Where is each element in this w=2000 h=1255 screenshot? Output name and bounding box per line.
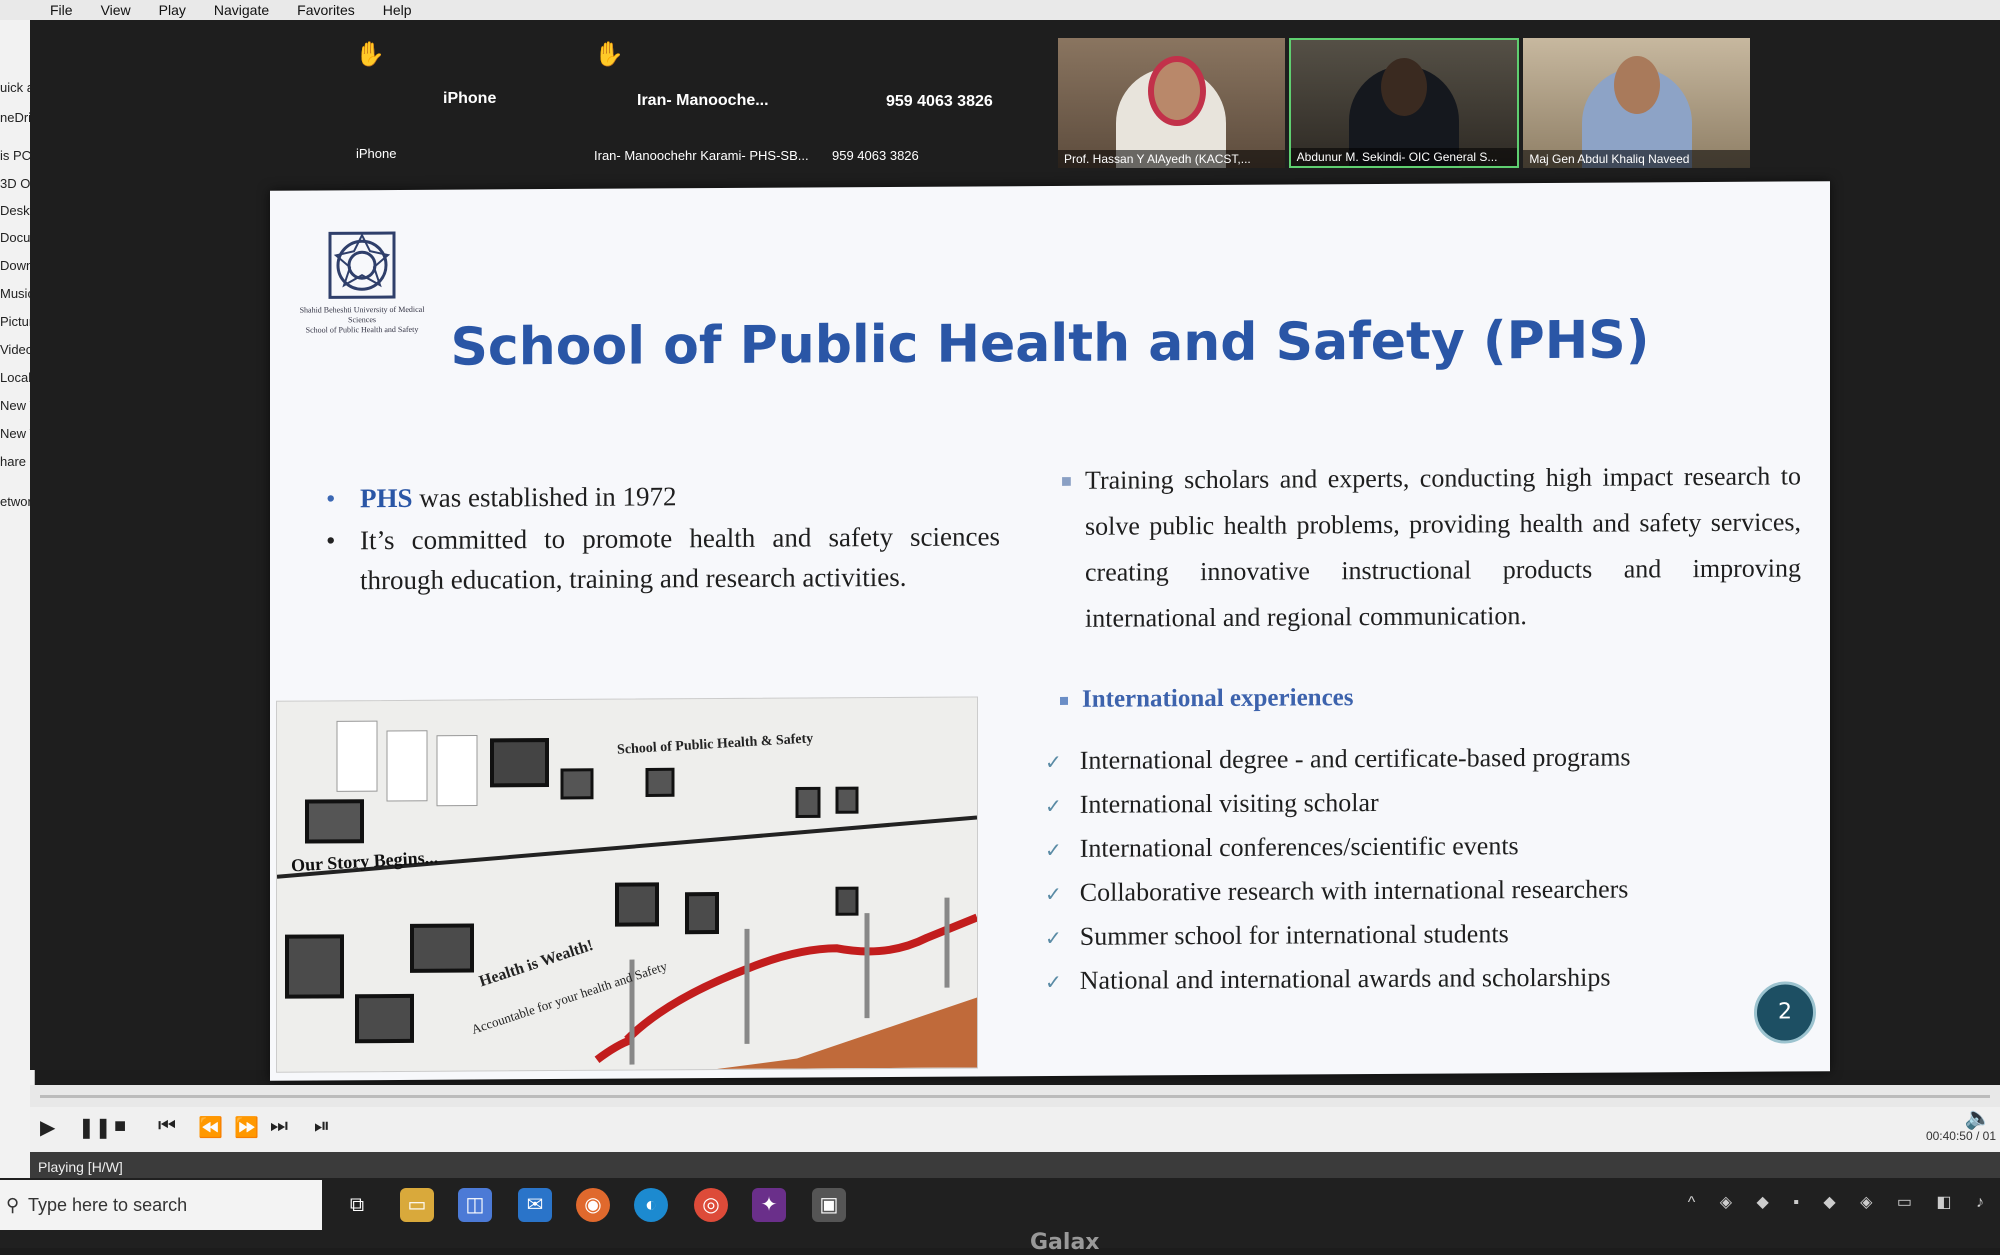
- raised-hand-icon: ✋: [355, 41, 385, 68]
- explorer-item-music[interactable]: Music: [0, 286, 34, 301]
- participant-tile-name: 959 4063 3826: [886, 93, 993, 110]
- frame-step-icon[interactable]: ⏯: [314, 1115, 330, 1138]
- right-paragraph-text: Training scholars and experts, conductin…: [1085, 461, 1801, 633]
- checklist-text: Summer school for international students: [1079, 919, 1509, 951]
- history-wall-photo: School of Public Health & Safety Our Sto…: [276, 696, 978, 1073]
- stop-icon[interactable]: ■: [114, 1115, 126, 1138]
- participant-name: Prof. Hassan Y AlAyedh (KACST,...: [1058, 150, 1285, 168]
- checklist-item: ✓ National and international awards and s…: [1045, 963, 1610, 996]
- participant-tile-name: iPhone: [443, 90, 497, 107]
- checkmark-icon: ✓: [1045, 795, 1062, 819]
- bullet-text: It’s committed to promote health and saf…: [360, 521, 1000, 596]
- monitor-brand-logo: Galax: [1030, 1230, 1100, 1255]
- seek-bar[interactable]: [30, 1085, 2000, 1107]
- pause-icon[interactable]: ❚❚: [78, 1115, 112, 1140]
- person-head: [1613, 56, 1660, 114]
- edge-icon[interactable]: ◐: [634, 1188, 668, 1222]
- file-explorer-icon[interactable]: ▭: [400, 1188, 434, 1222]
- player-controls: ▶ ❚❚ ■ ⏮ ⏪ ⏩ ⏭ ⏯ 🔈 00:40:50 / 01: [30, 1105, 2000, 1152]
- bullet-text: was established in 1972: [412, 481, 677, 513]
- search-icon: ⚲: [6, 1195, 20, 1215]
- menu-help[interactable]: Help: [369, 2, 426, 18]
- explorer-item-quick-access[interactable]: uick a: [0, 80, 34, 95]
- checklist-item: ✓ International degree - and certificate-…: [1045, 742, 1631, 776]
- checklist-item: ✓ Summer school for international student…: [1045, 919, 1509, 952]
- explorer-item-this-pc[interactable]: is PC: [0, 148, 31, 163]
- volume-icon[interactable]: 🔈: [1965, 1105, 1992, 1131]
- right-paragraph: ■ Training scholars and experts, conduct…: [1061, 453, 1801, 641]
- person-head: [1381, 58, 1427, 116]
- media-player-icon[interactable]: ▣: [812, 1188, 846, 1222]
- presentation-slide: Shahid Beheshti University of Medical Sc…: [270, 181, 1830, 1081]
- playback-time: 00:40:50 / 01: [1925, 1129, 1996, 1143]
- left-bullet: • PHS was established in 1972: [326, 474, 1000, 518]
- checklist-text: National and international awards and sc…: [1079, 962, 1611, 995]
- rewind-icon[interactable]: ⏪: [198, 1115, 223, 1140]
- checklist-item: ✓ International conferences/scientific ev…: [1045, 831, 1519, 864]
- raised-hand-icon: ✋: [594, 41, 624, 68]
- participant-video-active[interactable]: Abdunur M. Sekindi- OIC General S...: [1288, 38, 1520, 168]
- participant-name: Abdunur M. Sekindi- OIC General S...: [1290, 148, 1518, 166]
- bullet-dot: •: [326, 483, 336, 514]
- slide-title: School of Public Health and Safety (PHS): [450, 310, 1650, 378]
- menu-file[interactable]: File: [36, 2, 87, 18]
- fast-forward-icon[interactable]: ⏩: [234, 1115, 259, 1140]
- person-head: [1148, 56, 1207, 126]
- checkmark-icon: ✓: [1045, 927, 1062, 951]
- firefox-icon[interactable]: ◉: [576, 1188, 610, 1222]
- explorer-item-pictures[interactable]: Pictur: [0, 314, 33, 329]
- checkmark-icon: ✓: [1045, 751, 1062, 775]
- playback-status: Playing [H/W]: [38, 1159, 123, 1175]
- participant-tile-label: 959 4063 3826: [832, 148, 919, 163]
- checkmark-icon: ✓: [1045, 883, 1062, 907]
- checklist-text: International degree - and certificate-b…: [1079, 742, 1631, 775]
- participant-name: Maj Gen Abdul Khaliq Naveed: [1523, 150, 1751, 168]
- bullet-strong: PHS: [360, 482, 413, 514]
- video-thumbnails: Prof. Hassan Y AlAyedh (KACST,... Abdunu…: [1058, 38, 1751, 168]
- next-icon[interactable]: ⏭: [270, 1115, 288, 1138]
- international-experiences-heading: International experiences: [1060, 684, 1353, 714]
- previous-icon[interactable]: ⏮: [158, 1115, 176, 1138]
- menu-bar: File View Play Navigate Favorites Help: [0, 0, 2000, 21]
- heading-text: International experiences: [1082, 684, 1354, 713]
- logo-emblem-icon: [328, 231, 396, 299]
- menu-play[interactable]: Play: [145, 2, 200, 18]
- bullet-square: ■: [1061, 470, 1072, 491]
- slide-page-number: 2: [1754, 981, 1816, 1044]
- participant-tile-label: iPhone: [356, 146, 397, 161]
- checklist-text: Collaborative research with internationa…: [1079, 874, 1629, 907]
- taskbar-search[interactable]: ⚲ Type here to search: [0, 1180, 322, 1230]
- checklist-item: ✓ Collaborative research with internation…: [1045, 874, 1628, 908]
- participant-tile-name: Iran- Manooche...: [637, 92, 769, 109]
- store-icon[interactable]: ◫: [458, 1188, 492, 1222]
- checklist-text: International visiting scholar: [1079, 787, 1379, 819]
- menu-navigate[interactable]: Navigate: [200, 2, 283, 18]
- system-tray-icons[interactable]: ^ ◈ ◆ ▪ ◆ ◈ ▭ ◧ ♪: [1688, 1192, 1994, 1212]
- bullet-square: [1060, 697, 1068, 706]
- app-icon[interactable]: ✦: [752, 1188, 786, 1222]
- play-icon[interactable]: ▶: [40, 1115, 55, 1140]
- left-bullet: • It’s committed to promote health and s…: [326, 516, 1000, 600]
- checklist-item: ✓ International visiting scholar: [1045, 788, 1379, 820]
- participant-video[interactable]: Maj Gen Abdul Khaliq Naveed: [1523, 38, 1751, 168]
- mail-icon[interactable]: ✉: [518, 1188, 552, 1222]
- task-view-icon[interactable]: ⧉: [340, 1188, 374, 1222]
- search-placeholder: Type here to search: [28, 1195, 188, 1215]
- menu-view[interactable]: View: [87, 2, 145, 18]
- taskbar: ⚲ Type here to search ⧉ ▭ ◫ ✉ ◉ ◐ ◎ ✦ ▣ …: [0, 1178, 2000, 1248]
- seek-track[interactable]: [40, 1095, 1990, 1098]
- checkmark-icon: ✓: [1045, 839, 1062, 863]
- chrome-icon[interactable]: ◎: [694, 1188, 728, 1222]
- participant-tile-label: Iran- Manoochehr Karami- PHS-SB...: [594, 148, 809, 163]
- checklist-text: International conferences/scientific eve…: [1079, 831, 1519, 863]
- menu-favorites[interactable]: Favorites: [283, 2, 369, 18]
- checkmark-icon: ✓: [1045, 971, 1062, 995]
- explorer-item-share[interactable]: hare (: [0, 454, 34, 469]
- bullet-dot: •: [326, 525, 336, 556]
- participant-video[interactable]: Prof. Hassan Y AlAyedh (KACST,...: [1058, 38, 1285, 168]
